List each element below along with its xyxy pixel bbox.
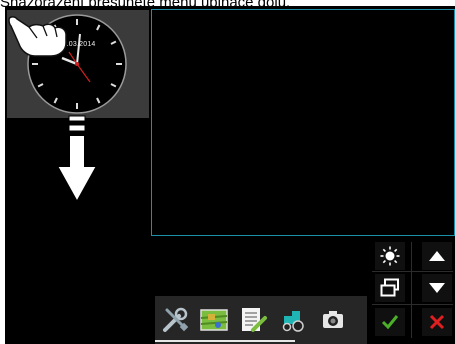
confirm-button[interactable] [375,308,405,336]
window-switch-icon [380,278,399,297]
camera-icon[interactable] [319,306,347,334]
tractor-icon[interactable] [280,306,308,334]
side-controls-divider [411,242,412,338]
brightness-button[interactable] [375,242,405,270]
main-display-area[interactable] [151,9,455,236]
field-map-icon[interactable] [200,306,228,334]
brightness-icon [380,246,400,266]
drag-down-arrow-icon [55,115,99,204]
terminal-screen: 18.03.2014 [5,6,455,344]
side-controls-separator [372,271,453,272]
confirm-check-icon [381,315,399,330]
pointing-hand-icon [8,16,67,57]
clock-widget[interactable]: 18.03.2014 [7,10,149,118]
toolbar-scroll-indicator [155,340,295,342]
window-switch-button[interactable] [375,274,405,302]
scroll-up-button[interactable] [422,242,452,270]
cancel-button[interactable] [422,308,452,336]
scroll-down-button[interactable] [422,274,452,302]
cancel-x-icon [429,314,445,330]
wrench-screwdriver-icon[interactable] [161,306,189,334]
arrow-up-icon [429,251,445,261]
arrow-down-icon [429,283,445,293]
bottom-toolbar [155,296,367,344]
checklist-icon[interactable] [239,306,267,334]
side-controls-separator [372,304,453,305]
